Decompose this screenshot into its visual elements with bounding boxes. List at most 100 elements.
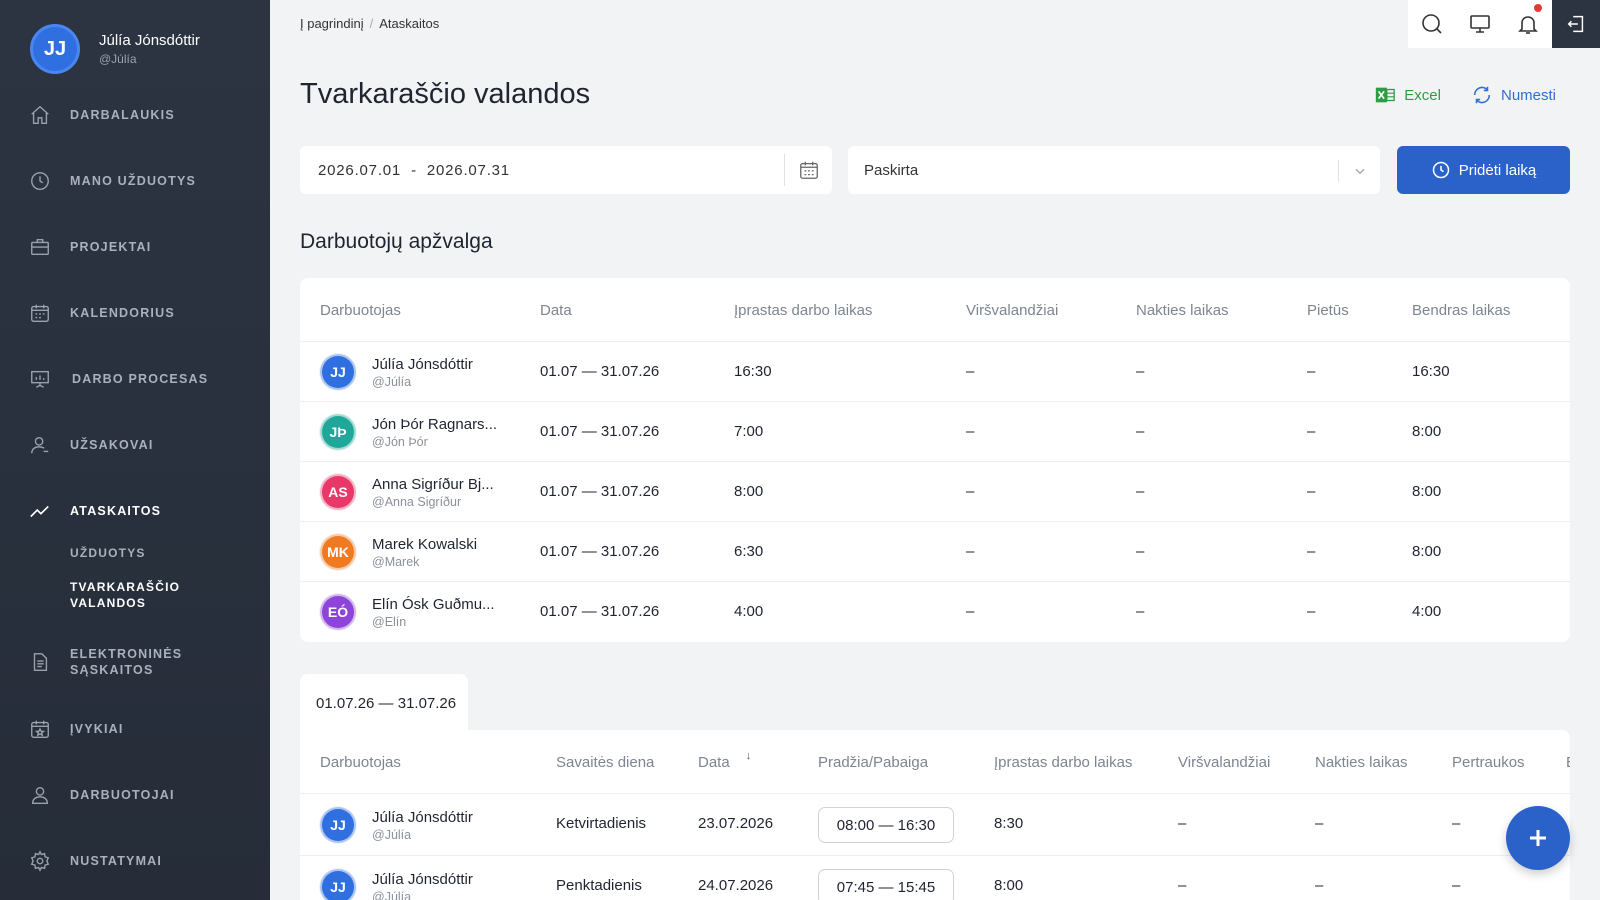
nav-workflow[interactable]: DARBO PROCESAS bbox=[28, 367, 208, 391]
overtime-cell: – bbox=[1178, 877, 1187, 894]
employee-cell: JJ Júlía Jónsdóttir @Júlía bbox=[320, 807, 473, 843]
employee-handle: @Anna Sigríður bbox=[372, 494, 462, 509]
nav-projects[interactable]: PROJEKTAI bbox=[28, 235, 151, 259]
table-row[interactable]: MK Marek Kowalski @Marek 01.07 — 31.07.26 6:… bbox=[300, 522, 1570, 582]
avatar: AS bbox=[320, 474, 356, 510]
night-time-cell: – bbox=[1136, 423, 1145, 440]
sidebar: JJ Júlía Jónsdóttir @Júlía DARBALAUKIS M… bbox=[0, 0, 270, 900]
nav-my-tasks[interactable]: MANO UŽDUOTYS bbox=[28, 169, 196, 193]
nav-dashboard[interactable]: DARBALAUKIS bbox=[28, 103, 175, 127]
search-button[interactable] bbox=[1408, 0, 1456, 48]
regular-time-cell: 8:00 bbox=[994, 877, 1024, 894]
document-icon bbox=[28, 650, 52, 674]
regular-time-cell: 8:30 bbox=[994, 815, 1024, 832]
date-cell: 01.07 — 31.07.26 bbox=[540, 483, 660, 500]
nav-reports[interactable]: ATASKAITOS bbox=[28, 499, 161, 523]
export-excel-button[interactable]: Excel bbox=[1374, 84, 1441, 106]
column-header[interactable]: Pertraukos bbox=[1452, 754, 1525, 771]
regular-time-cell: 8:00 bbox=[734, 483, 764, 500]
lunch-cell: – bbox=[1307, 543, 1316, 560]
date-cell: 01.07 — 31.07.26 bbox=[540, 543, 660, 560]
add-time-button[interactable]: Pridėti laiką bbox=[1397, 146, 1570, 194]
lunch-cell: – bbox=[1307, 483, 1316, 500]
night-time-cell: – bbox=[1136, 363, 1145, 380]
breaks-cell: – bbox=[1452, 815, 1461, 832]
overview-table: Darbuotojas Data Įprastas darbo laikas V… bbox=[300, 278, 1570, 642]
breaks-cell: – bbox=[1452, 877, 1461, 894]
column-header[interactable]: Bendras laikas bbox=[1412, 302, 1510, 319]
reset-button[interactable]: Numesti bbox=[1471, 84, 1556, 106]
night-time-cell: – bbox=[1136, 483, 1145, 500]
column-header[interactable]: Įprastas darbo laikas bbox=[734, 302, 872, 319]
column-header[interactable]: Pietūs bbox=[1307, 302, 1349, 319]
employee-name: Júlía Jónsdóttir bbox=[372, 870, 473, 888]
column-header[interactable]: Viršvalandžiai bbox=[1178, 754, 1270, 771]
nav-employees[interactable]: DARBUOTOJAI bbox=[28, 783, 175, 807]
employee-name: Elín Ósk Guðmu... bbox=[372, 595, 495, 613]
column-header[interactable]: Pradžia/Pabaiga bbox=[818, 754, 928, 771]
column-header[interactable]: Darbuotojas bbox=[320, 754, 401, 771]
employee-name: Júlía Jónsdóttir bbox=[372, 355, 473, 373]
search-icon bbox=[1422, 14, 1442, 34]
regular-time-cell: 4:00 bbox=[734, 603, 764, 620]
monitor-icon bbox=[1470, 15, 1490, 33]
details-table-header: Darbuotojas Savaitės diena Data ↓ Pradžia… bbox=[300, 730, 1570, 794]
page-title: Tvarkaraščio valandos bbox=[300, 78, 591, 110]
column-header[interactable]: Nakties laikas bbox=[1136, 302, 1229, 319]
notifications-button[interactable] bbox=[1504, 0, 1552, 48]
excel-icon bbox=[1376, 87, 1396, 103]
assigned-select[interactable]: Paskirta bbox=[848, 146, 1380, 194]
nav-reports-tasks[interactable]: UŽDUOTYS bbox=[70, 545, 146, 561]
table-row[interactable]: AS Anna Sigríður Bj... @Anna Sigríður 01.07… bbox=[300, 462, 1570, 522]
column-header[interactable]: Savaitės diena bbox=[556, 754, 654, 771]
overtime-cell: – bbox=[966, 603, 975, 620]
period-tab[interactable]: 01.07.26 — 31.07.26 bbox=[300, 674, 468, 732]
start-end-time[interactable]: 08:00 — 16:30 bbox=[818, 807, 954, 843]
column-header[interactable]: Nakties laikas bbox=[1315, 754, 1408, 771]
add-fab-button[interactable] bbox=[1506, 806, 1570, 870]
column-header[interactable]: E bbox=[1566, 754, 1570, 771]
breadcrumb: Į pagrindinį / Ataskaitos bbox=[300, 16, 440, 31]
table-row[interactable]: JJ Júlía Jónsdóttir @Júlía Ketvirtadienis 23… bbox=[300, 794, 1570, 856]
employee-cell: EÓ Elín Ósk Guðmu... @Elín bbox=[320, 594, 495, 630]
date-cell: 01.07 — 31.07.26 bbox=[540, 603, 660, 620]
user-name: Júlía Jónsdóttir bbox=[99, 32, 200, 49]
refresh-icon bbox=[1473, 86, 1491, 104]
overtime-cell: – bbox=[966, 363, 975, 380]
home-icon bbox=[28, 103, 52, 127]
column-header[interactable]: Data bbox=[540, 302, 572, 319]
plus-icon bbox=[1530, 830, 1546, 846]
nav-reports-timesheet[interactable]: TVARKARAŠČIO VALANDOS bbox=[70, 579, 180, 611]
start-end-time[interactable]: 07:45 — 15:45 bbox=[818, 869, 954, 900]
regular-time-cell: 6:30 bbox=[734, 543, 764, 560]
weekday-cell: Ketvirtadienis bbox=[556, 815, 647, 832]
nav-calendar[interactable]: KALENDORIUS bbox=[28, 301, 175, 325]
table-row[interactable]: JÞ Jón Þór Ragnars... @Jón Þór 01.07 — 31.0… bbox=[300, 402, 1570, 462]
column-header-date[interactable]: Data ↓ bbox=[698, 750, 751, 771]
total-time-cell: 8:00 bbox=[1412, 543, 1442, 560]
employee-name: Anna Sigríður Bj... bbox=[372, 475, 494, 493]
breadcrumb-home[interactable]: Į pagrindinį bbox=[300, 16, 364, 31]
table-row[interactable]: JJ Júlía Jónsdóttir @Júlía Penktadienis 24.0… bbox=[300, 856, 1570, 900]
date-range-input[interactable]: 2026.07.01 - 2026.07.31 bbox=[300, 146, 832, 194]
employee-handle: @Júlía bbox=[372, 889, 412, 900]
night-time-cell: – bbox=[1136, 603, 1145, 620]
nav-settings[interactable]: NUSTATYMAI bbox=[28, 849, 162, 873]
logout-button[interactable] bbox=[1552, 0, 1600, 48]
user-profile[interactable]: JJ Júlía Jónsdóttir @Júlía bbox=[30, 24, 200, 74]
header-actions: Excel Numesti bbox=[1344, 84, 1556, 106]
nav-events[interactable]: ĮVYKIAI bbox=[28, 717, 124, 741]
nav-clients[interactable]: UŽSAKOVAI bbox=[28, 433, 154, 457]
calendar-button[interactable] bbox=[784, 154, 832, 186]
table-row[interactable]: JJ Júlía Jónsdóttir @Júlía 01.07 — 31.07.26… bbox=[300, 342, 1570, 402]
column-header[interactable]: Viršvalandžiai bbox=[966, 302, 1058, 319]
logout-icon bbox=[1567, 15, 1584, 33]
clock-icon bbox=[1432, 161, 1449, 179]
nav-invoices[interactable]: ELEKTRONINĖS SĄSKAITOS bbox=[28, 646, 182, 678]
monitor-button[interactable] bbox=[1456, 0, 1504, 48]
lunch-cell: – bbox=[1307, 423, 1316, 440]
chevron-down-icon bbox=[1338, 160, 1380, 182]
table-row[interactable]: EÓ Elín Ósk Guðmu... @Elín 01.07 — 31.07.26… bbox=[300, 582, 1570, 642]
column-header[interactable]: Darbuotojas bbox=[320, 302, 401, 319]
column-header[interactable]: Įprastas darbo laikas bbox=[994, 754, 1132, 771]
